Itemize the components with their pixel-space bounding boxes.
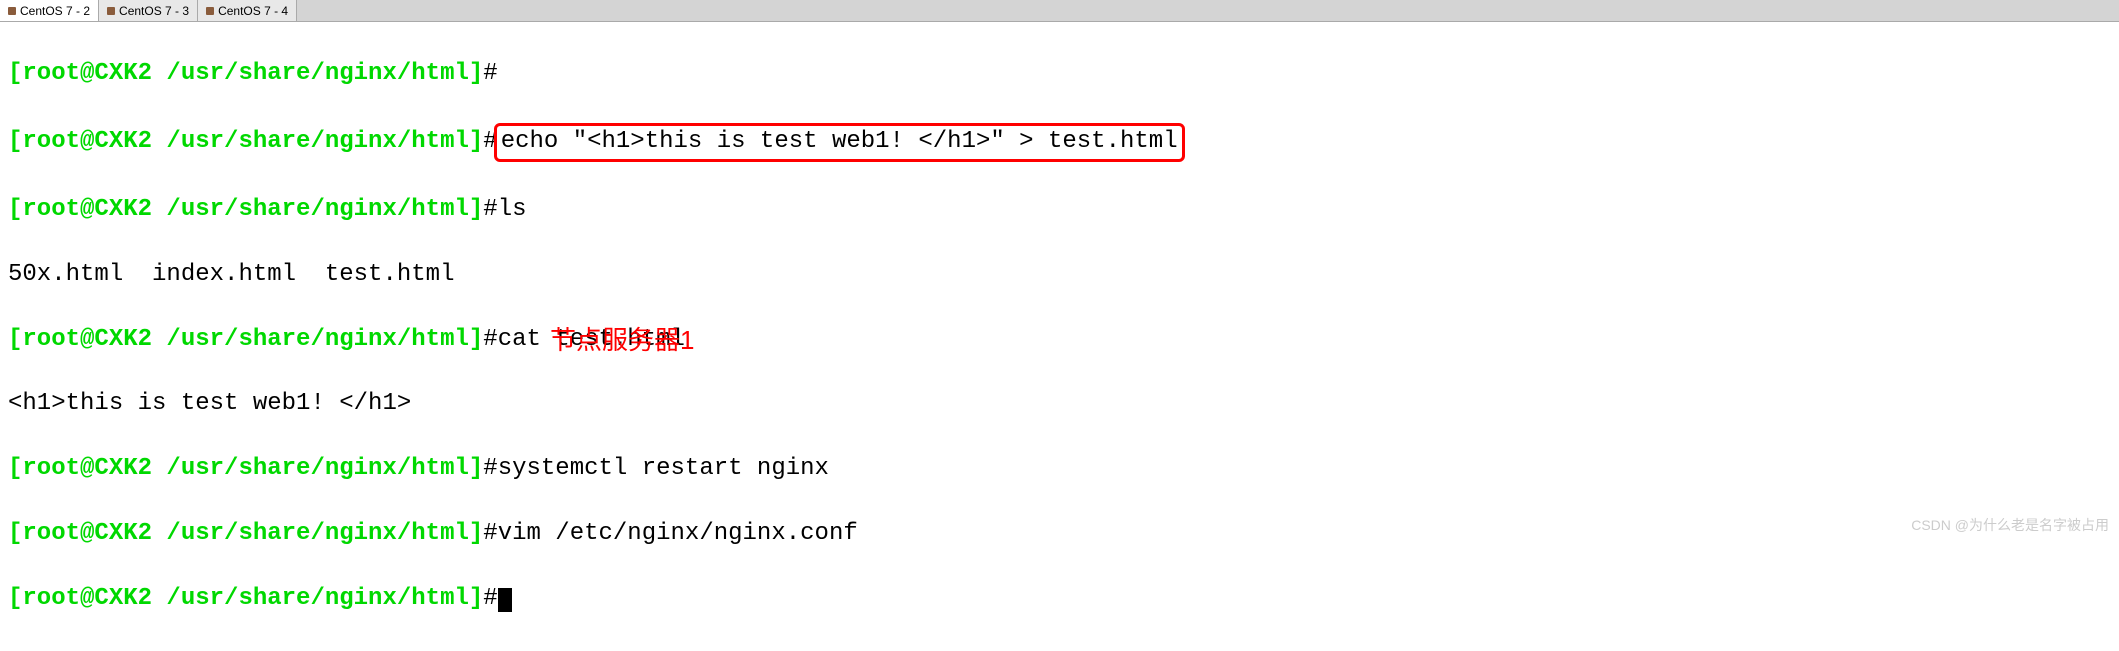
prompt: [root@CXK2 /usr/share/nginx/html] [8,326,483,353]
terminal-line: [root@CXK2 /usr/share/nginx/html]#vim /e… [8,518,2111,550]
tab-label: CentOS 7 - 3 [119,4,189,18]
tab-centos-4[interactable]: CentOS 7 - 4 [198,0,297,21]
prompt: [root@CXK2 /usr/share/nginx/html] [8,196,483,223]
prompt-hash: # [483,60,497,87]
prompt: [root@CXK2 /usr/share/nginx/html] [8,60,483,87]
cursor-icon [498,588,512,612]
prompt: [root@CXK2 /usr/share/nginx/html] [8,585,483,612]
terminal-line: [root@CXK2 /usr/share/nginx/html]# [8,583,2111,615]
prompt-hash: # [483,585,497,612]
tab-label: CentOS 7 - 2 [20,4,90,18]
terminal-line: [root@CXK2 /usr/share/nginx/html]#system… [8,453,2111,485]
terminal-line: [root@CXK2 /usr/share/nginx/html]#echo "… [8,123,2111,161]
terminal-line: [root@CXK2 /usr/share/nginx/html]#cat te… [8,324,2111,356]
terminal-output[interactable]: [root@CXK2 /usr/share/nginx/html]# [root… [0,22,2119,651]
tab-indicator-icon [107,7,115,15]
terminal-output-line: 50x.html index.html test.html [8,259,2111,291]
prompt: [root@CXK2 /usr/share/nginx/html] [8,128,483,155]
highlight-box: echo "<h1>this is test web1! </h1>" > te… [494,123,1185,161]
command: echo "<h1>this is test web1! </h1>" > te… [501,128,1178,155]
watermark: CSDN @为什么老是名字被占用 [1911,515,2109,535]
annotation-label: 节点服务器1 [550,320,694,357]
terminal-line: [root@CXK2 /usr/share/nginx/html]#ls [8,194,2111,226]
terminal-line: [root@CXK2 /usr/share/nginx/html]# [8,58,2111,90]
tab-indicator-icon [206,7,214,15]
tab-centos-2[interactable]: CentOS 7 - 2 [0,0,99,21]
terminal-output-line: <h1>this is test web1! </h1> [8,388,2111,420]
command: ls [498,196,527,223]
tab-bar: CentOS 7 - 2 CentOS 7 - 3 CentOS 7 - 4 [0,0,2119,22]
prompt: [root@CXK2 /usr/share/nginx/html] [8,455,483,482]
tab-centos-3[interactable]: CentOS 7 - 3 [99,0,198,21]
prompt-hash: # [483,196,497,223]
prompt-hash: # [483,326,497,353]
prompt-hash: # [483,455,497,482]
tab-indicator-icon [8,7,16,15]
tab-label: CentOS 7 - 4 [218,4,288,18]
command: systemctl restart nginx [498,455,829,482]
